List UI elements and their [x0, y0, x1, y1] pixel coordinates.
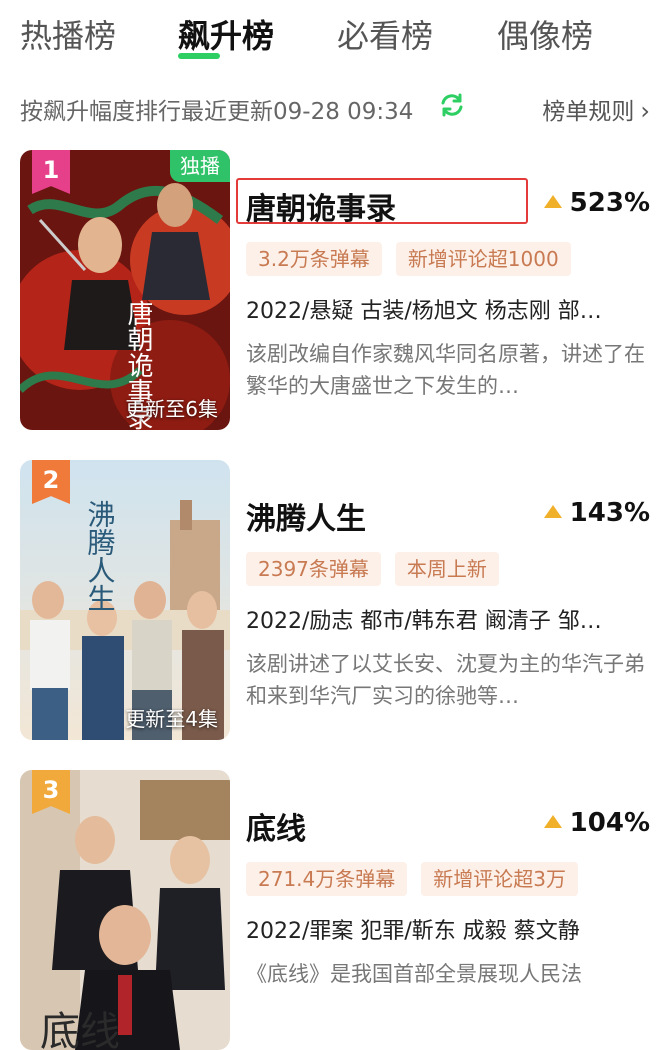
rank-info-bar: 按飙升幅度排行最近更新09-28 09:34 榜单规则 › [20, 86, 650, 126]
ranking-rules-label: 榜单规则 [542, 99, 635, 125]
episode-status: 更新至6集 [125, 397, 218, 421]
show-description: 《底线》是我国首部全景展现人民法 [246, 962, 582, 986]
tag-list: 2397条弹幕 本周上新 [246, 552, 513, 586]
episode-status: 更新至4集 [125, 707, 218, 731]
rise-percentage: 143% [543, 498, 650, 528]
poster-calligraphy: 沸腾人生 [84, 500, 117, 612]
show-meta: 2022/罪案 犯罪/靳东 成毅 蔡文静 [246, 919, 580, 944]
poster-art: 唐朝诡事录 [20, 150, 230, 430]
ranking-rules-link[interactable]: 榜单规则 › [542, 92, 650, 126]
show-meta: 2022/悬疑 古装/杨旭文 杨志刚 部… [246, 299, 602, 324]
comment-tag: 新增评论超1000 [395, 242, 571, 276]
rise-triangle-icon [543, 815, 562, 828]
rise-percentage: 523% [543, 188, 650, 218]
tab-must-watch[interactable]: 必看榜 [337, 12, 433, 60]
rise-triangle-icon [543, 505, 562, 518]
ranking-description: 按飙升幅度排行最近更新09-28 09:34 [20, 99, 414, 125]
ranking-tabs: 热播榜 飙升榜 必看榜 偶像榜 [0, 0, 660, 70]
poster-image[interactable]: 底线 3 [20, 770, 230, 1050]
show-title[interactable]: 唐朝诡事录 [246, 184, 396, 228]
show-meta: 2022/励志 都市/韩东君 阚清子 邹… [246, 609, 602, 634]
show-description: 该剧改编自作家魏风华同名原著，讲述了在繁华的大唐盛世之下发生的… [246, 342, 645, 398]
chevron-right-icon: › [640, 97, 650, 125]
rise-triangle-icon [543, 195, 562, 208]
danmaku-count-tag: 3.2万条弹幕 [246, 242, 382, 276]
refresh-icon[interactable] [438, 91, 466, 119]
new-this-week-tag: 本周上新 [394, 552, 499, 586]
tab-idol[interactable]: 偶像榜 [497, 12, 593, 60]
poster-image[interactable]: 唐朝诡事录 1 独播 更新至6集 [20, 150, 230, 430]
ranking-item[interactable]: 底线 3 底线 104% 271.4万条弹幕 新增评论超3万 2022/罪案 犯罪… [20, 770, 650, 1050]
tag-list: 3.2万条弹幕 新增评论超1000 [246, 242, 585, 276]
exclusive-badge: 独播 [170, 150, 230, 182]
show-title[interactable]: 沸腾人生 [246, 494, 366, 538]
danmaku-count-tag: 2397条弹幕 [246, 552, 381, 586]
rise-value: 143% [569, 498, 650, 528]
show-description: 该剧讲述了以艾长安、沈夏为主的华汽子弟和来到华汽厂实习的徐驰等… [246, 652, 645, 708]
poster-art: 沸腾人生 [20, 460, 230, 740]
tag-list: 271.4万条弹幕 新增评论超3万 [246, 862, 592, 896]
poster-calligraphy: 底线 [40, 1009, 120, 1050]
poster-image[interactable]: 沸腾人生 2 更新至4集 [20, 460, 230, 740]
ranking-item[interactable]: 沸腾人生 2 更新至4集 沸腾人生 143% 2397条弹幕 本周上新 2022/… [20, 460, 650, 740]
poster-art: 底线 [20, 770, 230, 1050]
active-tab-indicator [178, 53, 220, 59]
rise-percentage: 104% [543, 808, 650, 838]
rise-value: 104% [569, 808, 650, 838]
ranking-item[interactable]: 唐朝诡事录 1 独播 更新至6集 唐朝诡事录 523% 3.2万条弹幕 新增评论超… [20, 150, 650, 430]
comment-tag: 新增评论超3万 [421, 862, 578, 896]
tab-hot[interactable]: 热播榜 [20, 12, 116, 60]
danmaku-count-tag: 271.4万条弹幕 [246, 862, 408, 896]
show-title[interactable]: 底线 [246, 804, 306, 848]
rise-value: 523% [569, 188, 650, 218]
